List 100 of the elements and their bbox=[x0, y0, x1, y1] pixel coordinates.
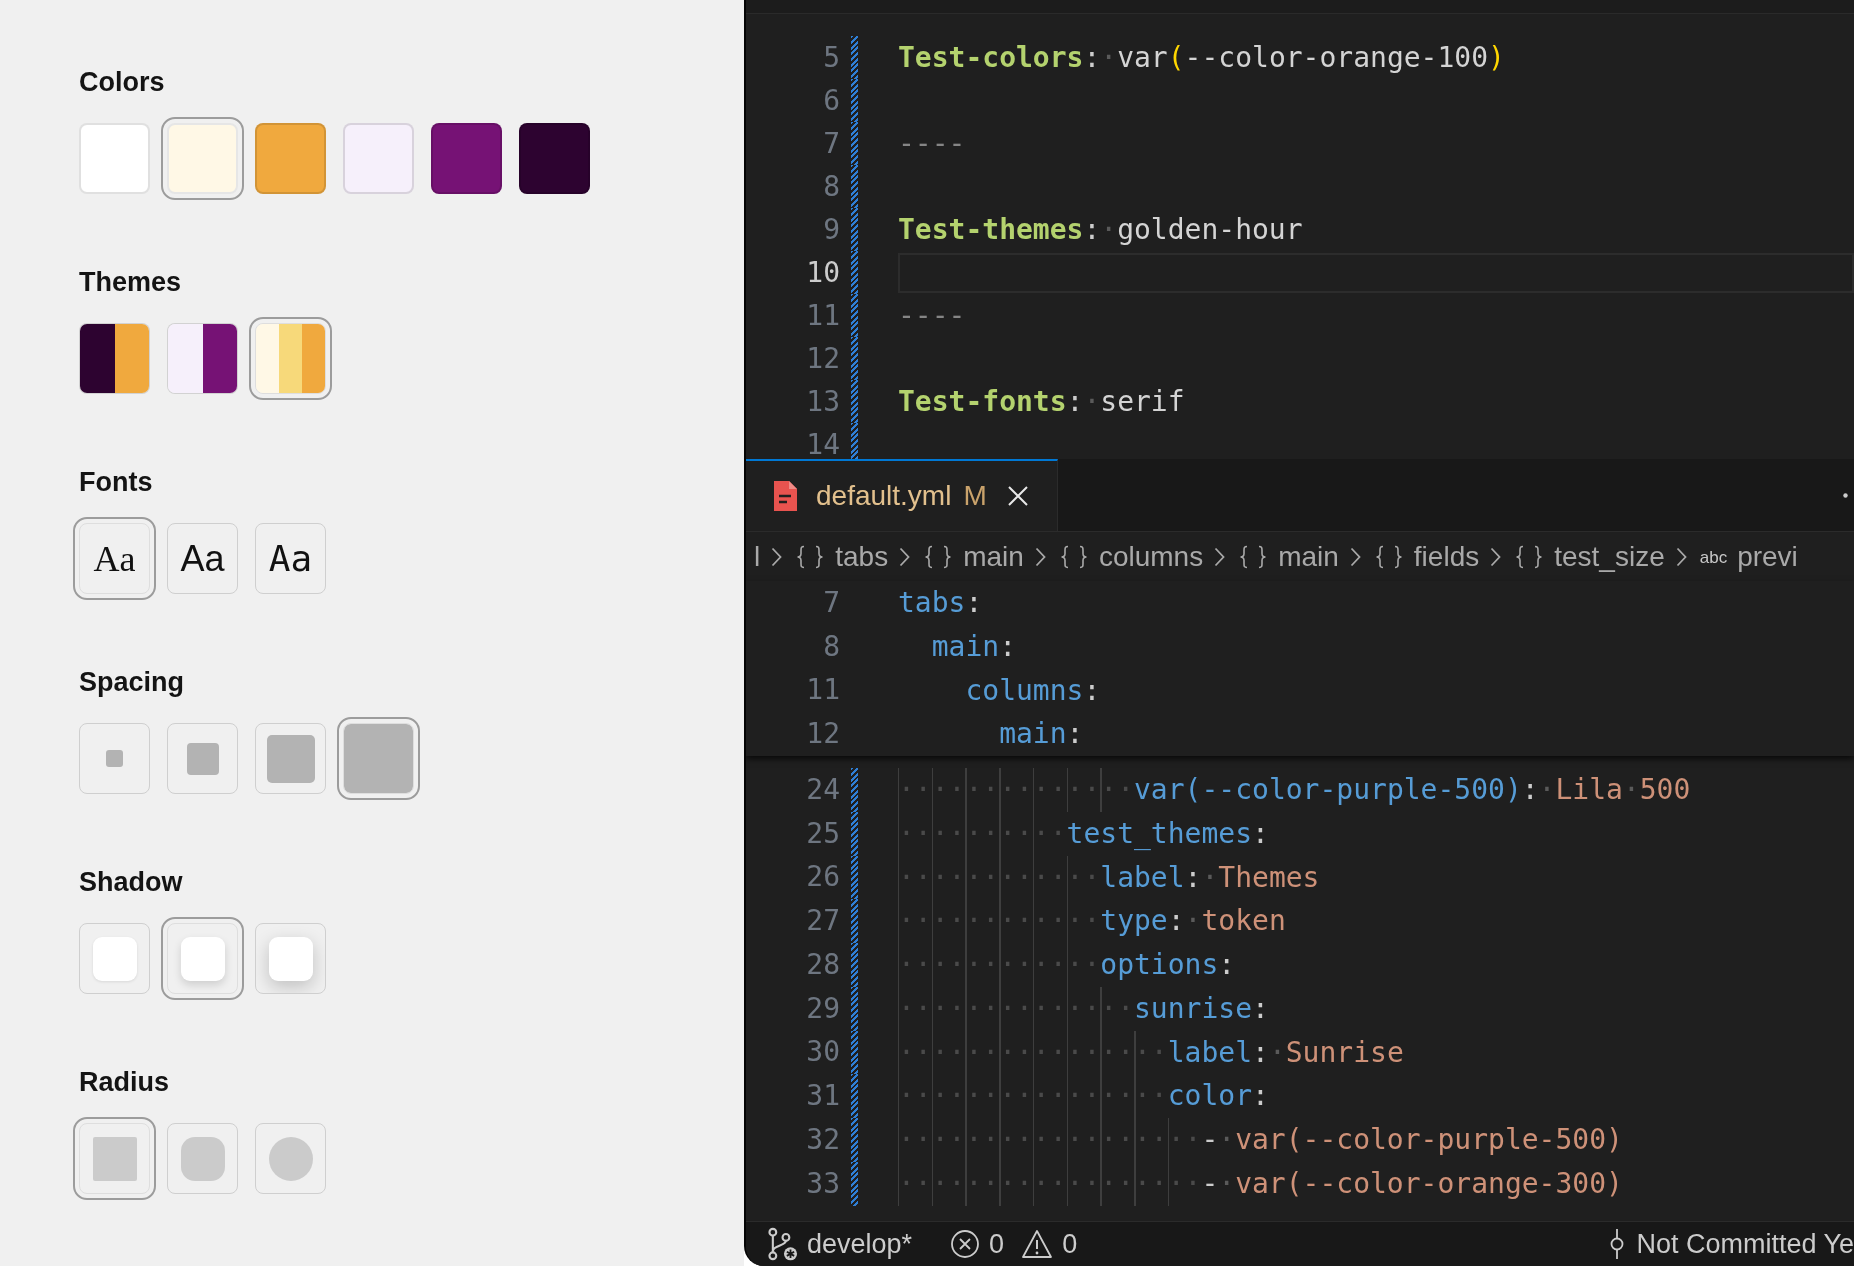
spacing-option[interactable] bbox=[337, 717, 420, 800]
braces-icon bbox=[795, 544, 826, 569]
branch-button[interactable]: develop* bbox=[766, 1227, 913, 1261]
code-line: ---- bbox=[898, 126, 966, 162]
line-number: 8 bbox=[822, 172, 840, 201]
square-icon bbox=[186, 742, 219, 775]
line-number: 25 bbox=[805, 819, 840, 848]
line-number: 33 bbox=[805, 1169, 840, 1198]
breadcrumb-item[interactable]: fields bbox=[1373, 540, 1480, 573]
square-icon bbox=[266, 734, 315, 783]
chevron-right-icon bbox=[1349, 546, 1361, 567]
spacing-option[interactable] bbox=[79, 723, 150, 794]
code-line: ··············var(--color-purple-500):·Lila·500 bbox=[898, 768, 1691, 812]
line-number: 29 bbox=[805, 994, 840, 1023]
breadcrumb-item[interactable]: test_size bbox=[1514, 540, 1665, 573]
breadcrumb-item[interactable]: l bbox=[754, 540, 761, 573]
code-line: main: bbox=[999, 716, 1084, 753]
dot-icon[interactable] bbox=[1843, 492, 1848, 498]
line-number: 28 bbox=[805, 950, 840, 979]
code-line: Test-themes:·golden-hour bbox=[898, 212, 1303, 248]
chevron-right-icon bbox=[899, 546, 911, 567]
code-line: ············type:·token bbox=[898, 899, 1286, 943]
line-number: 26 bbox=[805, 863, 840, 892]
code-line: ··················-·var(--color-orange-300) bbox=[898, 1161, 1623, 1206]
line-number: 7 bbox=[822, 129, 840, 158]
line-number: 14 bbox=[805, 430, 840, 459]
section-title: Spacing bbox=[79, 666, 185, 699]
breadcrumb-item[interactable]: abc previ bbox=[1699, 540, 1798, 573]
square-icon bbox=[180, 936, 225, 981]
editor-tab[interactable]: default.yml M bbox=[746, 459, 1058, 531]
line-number: 12 bbox=[805, 344, 840, 373]
code-line: ---- bbox=[898, 298, 966, 334]
radius-option[interactable] bbox=[167, 1123, 238, 1194]
chevron-right-icon bbox=[1214, 546, 1226, 567]
section-title: Shadow bbox=[79, 866, 183, 899]
code-line: ··················-·var(--color-purple-500) bbox=[898, 1118, 1623, 1162]
font-option[interactable]: Aa bbox=[255, 523, 326, 594]
square-icon bbox=[106, 750, 123, 767]
shadow-option[interactable] bbox=[79, 923, 150, 994]
square-icon bbox=[344, 724, 413, 793]
code-line: tabs: bbox=[898, 585, 983, 621]
font-option[interactable]: Aa bbox=[73, 517, 156, 600]
section-title: Fonts bbox=[79, 466, 153, 499]
line-number: 13 bbox=[805, 387, 840, 416]
code-line: main: bbox=[931, 628, 1016, 665]
line-number: 8 bbox=[822, 632, 840, 661]
square-icon bbox=[268, 936, 313, 981]
line-number: 30 bbox=[805, 1038, 840, 1067]
close-icon bbox=[1006, 485, 1029, 507]
section-title: Colors bbox=[79, 66, 165, 99]
line-number: 24 bbox=[805, 775, 840, 804]
line-number: 31 bbox=[805, 1082, 840, 1111]
problems-button[interactable]: 0 0 bbox=[950, 1228, 1078, 1260]
braces-icon bbox=[1514, 544, 1545, 569]
code-line: Test-colors:·var(--color-orange-100) bbox=[898, 40, 1505, 76]
square-icon bbox=[92, 1136, 137, 1181]
code-line: columns: bbox=[965, 672, 1101, 709]
chevron-right-icon bbox=[1675, 546, 1687, 567]
spacing-option[interactable] bbox=[167, 723, 238, 794]
theme-swatch[interactable] bbox=[249, 317, 332, 400]
code-line: ··········test_themes: bbox=[898, 811, 1269, 856]
radius-option[interactable] bbox=[255, 1123, 326, 1194]
braces-icon bbox=[923, 544, 954, 569]
section-title: Radius bbox=[79, 1066, 170, 1099]
line-number: 7 bbox=[822, 588, 840, 617]
file-icon bbox=[772, 480, 798, 512]
error-icon bbox=[950, 1229, 981, 1259]
code-line: ················label:·Sunrise bbox=[898, 1030, 1404, 1075]
code-line: Test-fonts:·serif bbox=[898, 384, 1185, 420]
line-number: 10 bbox=[805, 258, 840, 287]
chevron-right-icon bbox=[771, 546, 783, 567]
chevron-right-icon bbox=[1490, 546, 1502, 567]
section-title: Themes bbox=[79, 266, 182, 299]
line-number: 11 bbox=[805, 301, 840, 330]
chevron-right-icon bbox=[1034, 546, 1046, 567]
shadow-option[interactable] bbox=[255, 923, 326, 994]
color-swatch[interactable] bbox=[161, 117, 244, 200]
line-number: 12 bbox=[805, 720, 840, 749]
breadcrumb-item[interactable]: main bbox=[923, 540, 1024, 573]
commit-button[interactable]: Not Committed Ye bbox=[1607, 1228, 1854, 1260]
breadcrumb-item[interactable]: main bbox=[1238, 540, 1339, 573]
code-line: ············label:·Themes bbox=[898, 855, 1320, 900]
line-number: 9 bbox=[822, 215, 840, 244]
line-number: 32 bbox=[805, 1125, 840, 1154]
line-number: 11 bbox=[805, 676, 840, 705]
line-number: 5 bbox=[822, 43, 840, 72]
string-symbol: abc bbox=[1699, 548, 1728, 566]
modified-marker: M bbox=[963, 480, 987, 512]
spacing-option[interactable] bbox=[255, 723, 326, 794]
close-button[interactable] bbox=[1006, 485, 1029, 507]
breadcrumb-item[interactable]: columns bbox=[1058, 540, 1204, 573]
line-number: 27 bbox=[805, 907, 840, 936]
font-option[interactable]: Aa bbox=[167, 523, 238, 594]
shadow-option[interactable] bbox=[161, 917, 244, 1000]
warning-icon bbox=[1021, 1229, 1054, 1259]
square-icon bbox=[92, 936, 137, 981]
git-branch-icon bbox=[766, 1227, 798, 1261]
radius-option[interactable] bbox=[73, 1117, 156, 1200]
line-number: 6 bbox=[822, 86, 840, 115]
breadcrumb-item[interactable]: tabs bbox=[795, 540, 889, 573]
